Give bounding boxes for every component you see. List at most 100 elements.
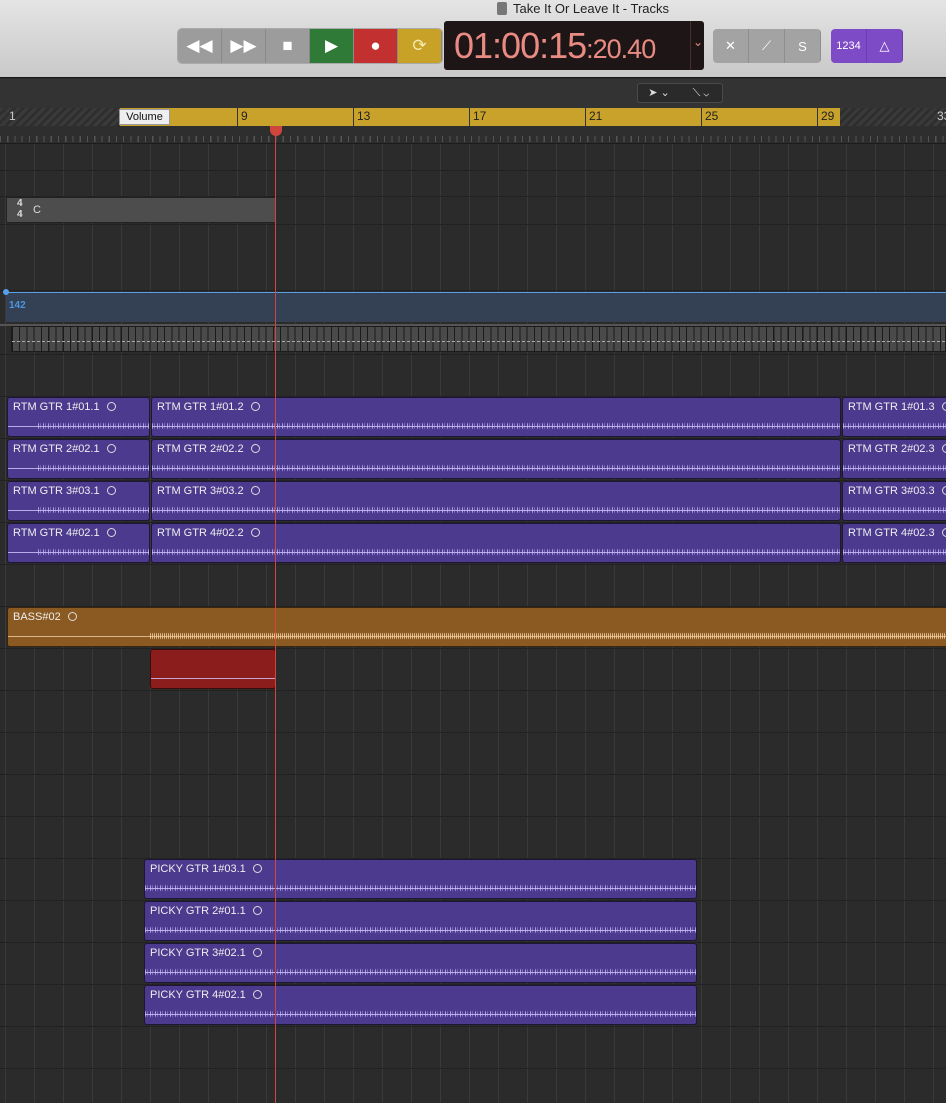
loop-circle-icon — [252, 948, 262, 957]
audio-region[interactable]: RTM GTR 2#02.2 — [151, 439, 841, 479]
region-name: RTM GTR 3#03.3 — [848, 485, 946, 497]
loop-circle-icon — [252, 990, 262, 999]
tracks-toolbar — [0, 79, 946, 108]
waveform — [843, 463, 946, 473]
audio-region[interactable]: RTM GTR 2#02.3 — [842, 439, 946, 479]
audio-region[interactable]: RTM GTR 4#02.3 — [842, 523, 946, 563]
loop-circle-icon — [106, 528, 116, 537]
pointer-tool-menu[interactable]: ➤ ⌄ — [638, 84, 680, 102]
region-name: RTM GTR 1#01.3 — [848, 401, 946, 413]
audio-region[interactable]: RTM GTR 1#01.1 — [7, 397, 150, 437]
waveform — [152, 463, 840, 473]
volume-tooltip: Volume — [119, 109, 170, 125]
solo-button[interactable]: S — [785, 29, 821, 63]
bar-number: 9 — [237, 108, 248, 126]
metronome-button[interactable]: △ — [867, 29, 903, 63]
waveform — [145, 925, 696, 935]
record-button[interactable]: ● — [354, 29, 398, 63]
waveform — [843, 505, 946, 515]
transport-controls: ◀◀ ▶▶ ■ ▶ ● ⟳ — [178, 29, 442, 63]
region-name: RTM GTR 2#02.2 — [157, 443, 260, 455]
playhead[interactable] — [275, 126, 276, 1103]
time-signature: 44 — [17, 198, 23, 220]
audio-region[interactable]: PICKY GTR 1#03.1 — [144, 859, 697, 899]
loop-circle-icon — [106, 486, 116, 495]
loop-circle-icon — [250, 528, 260, 537]
waveform — [150, 631, 946, 641]
automation-tool-menu[interactable]: ⟍ ⌄ — [680, 84, 722, 102]
region-name: PICKY GTR 1#03.1 — [150, 863, 262, 875]
tempo-track[interactable]: 142 — [3, 289, 946, 322]
audio-region[interactable]: PICKY GTR 4#02.1 — [144, 985, 697, 1025]
waveform — [145, 967, 696, 977]
count-in-button[interactable]: 1234 — [831, 29, 867, 63]
lcd-frames: :20.40 — [586, 34, 656, 64]
replace-button[interactable]: ✕ — [713, 29, 749, 63]
region-name: RTM GTR 4#02.2 — [157, 527, 260, 539]
lcd-display[interactable]: 01:00:15:20.40 ⌄ — [444, 21, 704, 70]
waveform — [145, 883, 696, 893]
region-name: RTM GTR 2#02.1 — [13, 443, 116, 455]
audio-region[interactable]: RTM GTR 1#01.3 — [842, 397, 946, 437]
loop-circle-icon — [67, 612, 77, 621]
tempo-value: 142 — [9, 300, 26, 311]
document-icon — [496, 2, 507, 15]
loop-circle-icon — [250, 444, 260, 453]
loop-circle-icon — [252, 864, 262, 873]
waveform — [843, 421, 946, 431]
stop-button[interactable]: ■ — [266, 29, 310, 63]
waveform — [152, 505, 840, 515]
region-name: PICKY GTR 2#01.1 — [150, 905, 262, 917]
loop-circle-icon — [941, 528, 946, 537]
bar-number: 13 — [353, 108, 370, 126]
waveform — [38, 547, 149, 557]
cycle-button[interactable]: ⟳ — [398, 29, 442, 63]
waveform — [38, 421, 149, 431]
region-name: BASS#02 — [13, 611, 77, 623]
muted-region[interactable] — [150, 649, 276, 689]
audio-region[interactable]: PICKY GTR 3#02.1 — [144, 943, 697, 983]
key-signature: C — [33, 204, 41, 216]
waveform — [145, 1009, 696, 1019]
region-name: PICKY GTR 3#02.1 — [150, 947, 262, 959]
bass-region[interactable]: BASS#02 — [7, 607, 946, 647]
beat-mapping-track[interactable] — [11, 326, 946, 352]
audio-region[interactable]: RTM GTR 3#03.3 — [842, 481, 946, 521]
waveform — [152, 547, 840, 557]
lcd-time: 01:00:15 — [454, 25, 587, 66]
audio-region[interactable]: PICKY GTR 2#01.1 — [144, 901, 697, 941]
audio-region[interactable]: RTM GTR 4#02.1 — [7, 523, 150, 563]
audio-region[interactable]: RTM GTR 2#02.1 — [7, 439, 150, 479]
tempo-node[interactable] — [3, 289, 9, 295]
rewind-button[interactable]: ◀◀ — [178, 29, 222, 63]
tuner-button[interactable]: ⟋ — [749, 29, 785, 63]
bar-number: 21 — [585, 108, 602, 126]
ruler-ticks[interactable] — [0, 126, 946, 144]
audio-region[interactable]: RTM GTR 3#03.2 — [151, 481, 841, 521]
audio-region[interactable]: RTM GTR 3#03.1 — [7, 481, 150, 521]
bar-number: 25 — [701, 108, 718, 126]
bar-number: 1 — [5, 108, 16, 126]
lcd-mode-chevron-icon[interactable]: ⌄ — [690, 21, 704, 70]
metronome-icon: △ — [879, 38, 890, 53]
count-in-metronome: 1234 △ — [831, 29, 903, 63]
audio-region[interactable]: RTM GTR 1#01.2 — [151, 397, 841, 437]
region-name: RTM GTR 4#02.3 — [848, 527, 946, 539]
loop-circle-icon — [250, 486, 260, 495]
bar-number: 17 — [469, 108, 486, 126]
signature-track[interactable]: 44 C — [6, 197, 276, 223]
loop-circle-icon — [941, 402, 946, 411]
loop-circle-icon — [941, 486, 946, 495]
loop-circle-icon — [250, 402, 260, 411]
window-title: Take It Or Leave It - Tracks — [0, 1, 946, 16]
region-name: RTM GTR 1#01.1 — [13, 401, 116, 413]
fast-forward-button[interactable]: ▶▶ — [222, 29, 266, 63]
loop-circle-icon — [252, 906, 262, 915]
loop-circle-icon — [941, 444, 946, 453]
waveform — [843, 547, 946, 557]
mode-buttons: ✕ ⟋ S — [713, 29, 821, 63]
loop-circle-icon — [106, 444, 116, 453]
audio-region[interactable]: RTM GTR 4#02.2 — [151, 523, 841, 563]
region-name: RTM GTR 3#03.2 — [157, 485, 260, 497]
play-button[interactable]: ▶ — [310, 29, 354, 63]
